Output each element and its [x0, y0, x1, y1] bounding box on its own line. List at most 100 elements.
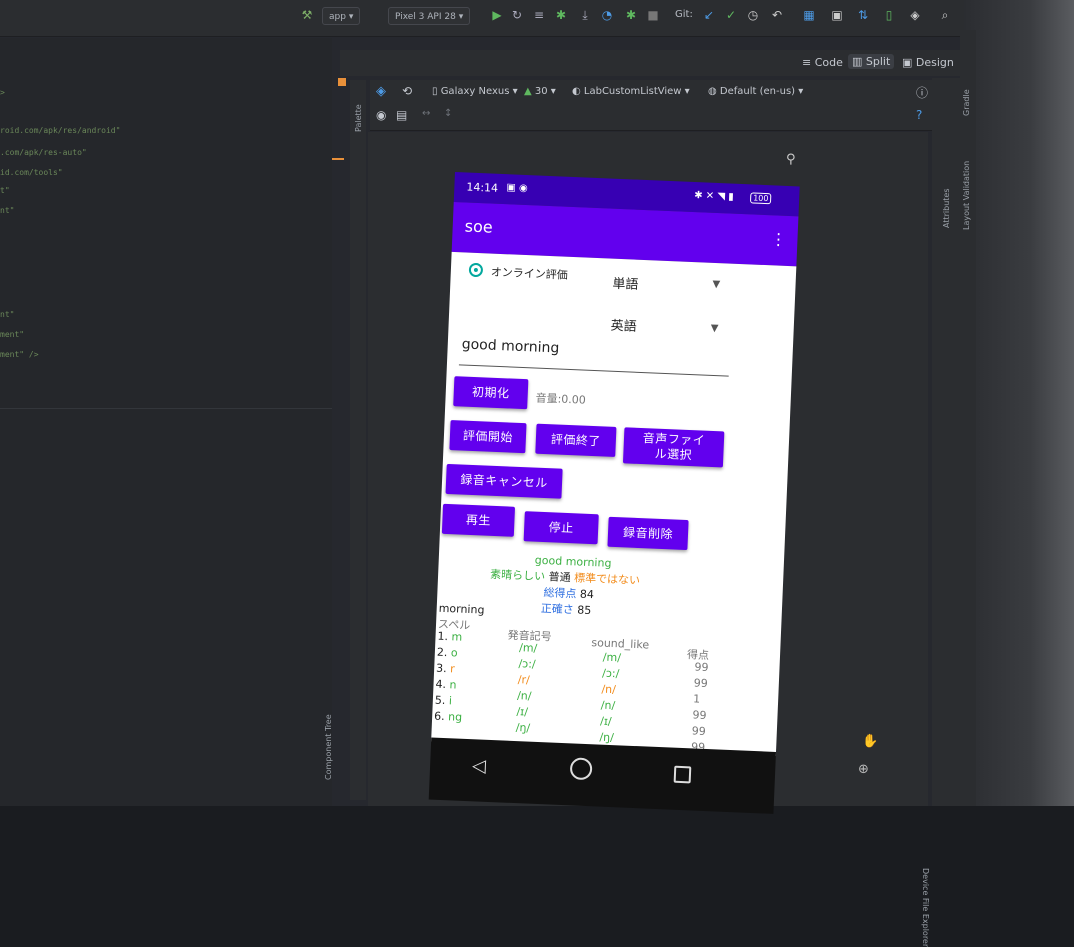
bug-icon[interactable]: ✱ — [624, 8, 638, 22]
spinner-language-value[interactable]: 英語 — [610, 315, 637, 335]
component-tree-tab[interactable]: Component Tree — [324, 714, 333, 780]
gradle-tab[interactable]: Gradle — [962, 89, 971, 116]
sync-gradle-icon[interactable]: ⇅ — [856, 8, 870, 22]
hand-icon[interactable]: ✋ — [862, 734, 878, 749]
table-cell-like: /ɪ/ — [599, 714, 612, 729]
search-icon[interactable]: ⌕ — [938, 8, 952, 22]
row-number: 1. — [437, 629, 452, 644]
git-rollback-icon[interactable]: ↶ — [770, 8, 784, 22]
git-commit-icon[interactable]: ✓ — [724, 8, 738, 22]
result-word-morning: morning — [565, 554, 612, 570]
profile-icon[interactable]: ◔ — [600, 8, 614, 22]
horizontal-resize-icon[interactable]: ↔ — [422, 108, 430, 119]
palette-strip: Palette Component Tree — [324, 80, 366, 800]
device-select[interactable]: Pixel 3 API 28 ▾ — [388, 7, 471, 25]
status-time: 14:14 — [466, 180, 499, 195]
theme-selector[interactable]: ◐ LabCustomListView ▾ — [572, 86, 690, 97]
table-cell-spell: 5. i — [435, 694, 453, 708]
table-cell-ipa: /ɔ:/ — [518, 657, 536, 671]
init-button[interactable]: 初期化 — [453, 376, 529, 410]
avd-icon[interactable]: ◈ — [908, 8, 922, 22]
run-config-select[interactable]: app ▾ — [322, 7, 361, 25]
chevron-down-icon[interactable]: ▼ — [710, 323, 718, 334]
code-line: t" — [0, 186, 10, 195]
chevron-down-icon[interactable]: ▼ — [712, 279, 720, 290]
eye-icon[interactable]: ◉ — [376, 108, 386, 122]
info-icon[interactable]: ⓘ — [916, 84, 928, 101]
code-mode-tab[interactable]: ≡ Code — [802, 56, 843, 69]
attach-debugger-icon[interactable]: ⤓ — [578, 8, 592, 22]
split-mode-tab[interactable]: ▥ Split — [848, 54, 895, 69]
design-mode-tab[interactable]: ▣ Design — [902, 56, 954, 69]
table-cell-score: 99 — [694, 660, 709, 675]
home-icon[interactable] — [569, 757, 593, 781]
start-evaluation-button[interactable]: 評価開始 — [449, 420, 527, 454]
device-explorer-tab[interactable]: Device File Explorer — [921, 868, 930, 947]
app-title: soe — [464, 216, 494, 237]
git-update-icon[interactable]: ↙ — [702, 8, 716, 22]
apply-code-icon[interactable]: ≡ — [532, 8, 546, 22]
design-device-label: Galaxy Nexus — [440, 86, 510, 97]
row-letters: ng — [447, 710, 463, 724]
audio-file-label-line2: ル選択 — [654, 446, 693, 463]
audio-file-select-button[interactable]: 音声ファイ ル選択 — [622, 427, 725, 468]
api-selector[interactable]: ▲ 30 ▾ — [524, 86, 556, 97]
code-line: > — [0, 88, 5, 97]
orientation-icon[interactable]: ⟲ — [402, 84, 412, 98]
hammer-icon[interactable]: ⚒ — [300, 8, 314, 22]
table-cell-score: 99 — [692, 708, 707, 723]
code-line: id.com/tools" — [0, 168, 63, 177]
row-number: 5. — [434, 693, 450, 708]
code-line: nt" — [0, 206, 15, 215]
right-tool-strip: Gradle Layout Validation — [960, 30, 976, 806]
row-number: 4. — [435, 677, 450, 692]
zoom-icon[interactable]: ⊕ — [858, 762, 869, 777]
radio-button[interactable] — [468, 262, 484, 278]
row-letters: i — [448, 694, 453, 708]
layout-validation-tab[interactable]: Layout Validation — [962, 161, 971, 230]
input-underline — [458, 364, 729, 377]
spinner-mode-value[interactable]: 単語 — [612, 273, 639, 293]
stop-icon[interactable]: ■ — [646, 8, 660, 22]
help-icon[interactable]: ? — [916, 108, 922, 122]
text-input[interactable]: good morning — [461, 336, 559, 356]
table-cell-score: 99 — [691, 724, 707, 738]
locale-selector[interactable]: ◍ Default (en-us) ▾ — [708, 86, 803, 97]
cancel-recording-button[interactable]: 録音キャンセル — [445, 463, 563, 499]
phone-preview[interactable]: 14:14 ▣ ◉ ✱ ✕ ◥ ▮ 100 soe ⋮ オンライン評価 単語 ▼… — [428, 172, 800, 818]
table-cell-like: /m/ — [602, 650, 622, 665]
legend-bad: 標準ではない — [573, 571, 641, 588]
notification-icon: ▣ ◉ — [506, 182, 528, 195]
device-manager-icon[interactable]: ▯ — [882, 8, 896, 22]
table-cell-like: /ŋ/ — [599, 730, 615, 745]
header-sound-like: sound_like — [591, 636, 650, 652]
table-cell-like: /n/ — [601, 682, 617, 697]
accuracy-value: 85 — [576, 603, 592, 618]
delete-recording-button[interactable]: 録音削除 — [607, 516, 689, 551]
back-icon[interactable]: ◁ — [472, 755, 487, 777]
apply-changes-icon[interactable]: ↻ — [510, 8, 524, 22]
code-editor[interactable]: > roid.com/apk/res/android" .com/apk/res… — [0, 38, 346, 806]
sdk-manager-icon[interactable]: ▣ — [830, 8, 844, 22]
blueprint-icon[interactable]: ▤ — [396, 108, 407, 122]
device-selector[interactable]: ▯ Galaxy Nexus ▾ — [432, 86, 518, 97]
run-icon[interactable]: ▶ — [490, 8, 504, 22]
overflow-menu-icon[interactable]: ⋮ — [770, 229, 787, 249]
stop-button[interactable]: 停止 — [523, 511, 599, 545]
git-history-icon[interactable]: ◷ — [746, 8, 760, 22]
code-line: ment" /> — [0, 350, 39, 359]
recents-icon[interactable] — [673, 765, 692, 784]
gutter-marker — [332, 158, 344, 160]
palette-tab[interactable]: Palette — [354, 104, 363, 132]
play-button[interactable]: 再生 — [441, 503, 516, 537]
table-cell-spell: 3. r — [436, 662, 455, 676]
wrench-icon[interactable]: ⚲ — [786, 152, 796, 167]
signal-icons: ✱ ✕ ◥ ▮ — [693, 190, 734, 203]
project-structure-icon[interactable]: ▦ — [802, 8, 816, 22]
table-cell-spell: 2. o — [437, 646, 458, 660]
attributes-tab[interactable]: Attributes — [942, 189, 951, 229]
debug-icon[interactable]: ✱ — [554, 8, 568, 22]
end-evaluation-button[interactable]: 評価終了 — [535, 423, 617, 457]
vertical-resize-icon[interactable]: ↕ — [444, 108, 452, 119]
layers-icon[interactable]: ◈ — [376, 84, 386, 99]
